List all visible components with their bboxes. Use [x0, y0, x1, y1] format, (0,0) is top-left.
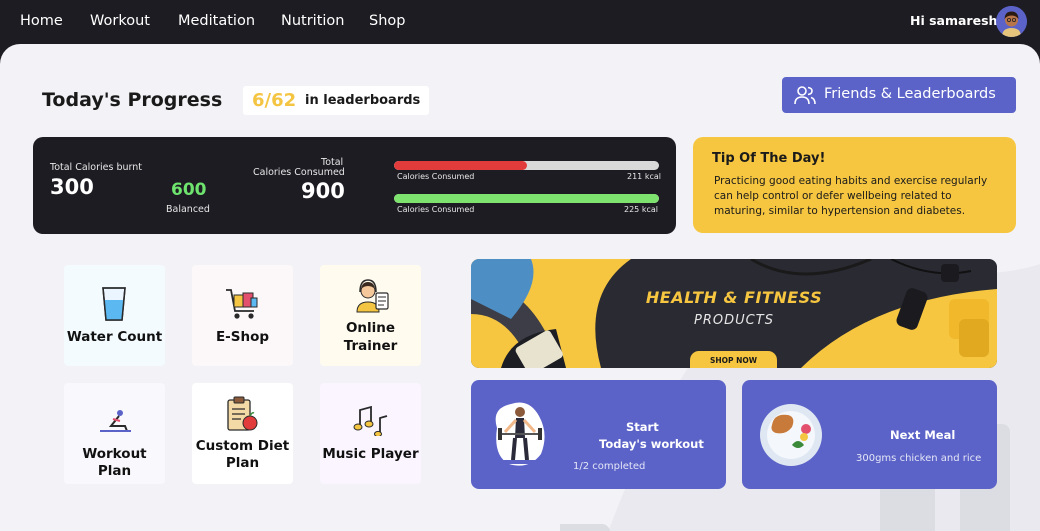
- leaderboard-rank: 6/62: [252, 90, 297, 111]
- tip-title: Tip Of The Day!: [712, 151, 826, 166]
- tile-online-trainer-label-1: Online: [345, 320, 396, 336]
- calories-card: Total Calories burnt 300 600 Balanced To…: [33, 137, 676, 234]
- consumed-progress-fill-1: [394, 161, 527, 170]
- nav-home[interactable]: Home: [20, 13, 63, 29]
- tile-online-trainer[interactable]: Online Trainer: [320, 265, 421, 366]
- tile-water-count[interactable]: Water Count: [64, 265, 165, 366]
- tile-workout-plan[interactable]: Workout Plan: [64, 383, 165, 484]
- friends-leaderboards-button[interactable]: Friends & Leaderboards: [782, 77, 1016, 113]
- diet-clipboard-icon: [227, 396, 258, 431]
- user-avatar[interactable]: [996, 6, 1027, 37]
- tile-custom-diet-label-2: Plan: [225, 455, 260, 471]
- consumed-progress-bar-1: [394, 161, 659, 170]
- shop-now-button[interactable]: SHOP NOW: [690, 351, 777, 368]
- banner-headline: HEALTH & FITNESS: [645, 288, 823, 307]
- workout-card-line-1: Start: [626, 420, 659, 434]
- next-meal-title: Next Meal: [890, 428, 956, 442]
- trainer-headset-icon: [356, 279, 389, 313]
- tile-online-trainer-label-2: Trainer: [343, 338, 398, 354]
- music-notes-icon: [353, 405, 388, 436]
- calories-burnt-label: Total Calories burnt: [50, 162, 143, 173]
- meal-plate-illustration: [760, 404, 822, 466]
- water-glass-icon: [102, 287, 126, 321]
- next-meal-description: 300gms chicken and rice: [856, 453, 982, 464]
- workout-card-status: 1/2 completed: [573, 461, 646, 472]
- users-icon: [794, 86, 816, 105]
- tile-custom-diet-label-1: Custom Diet: [195, 438, 290, 454]
- banner-subheadline: PRODUCTS: [694, 313, 774, 328]
- tile-custom-diet-plan[interactable]: Custom Diet Plan: [192, 383, 293, 484]
- calories-balanced-value: 600: [171, 180, 207, 200]
- nav-meditation[interactable]: Meditation: [178, 13, 255, 29]
- weightlifter-illustration: [495, 402, 545, 466]
- consumed-bar-1-label: Calories Consumed: [397, 172, 475, 181]
- friends-leaderboards-label: Friends & Leaderboards: [824, 86, 996, 102]
- calories-consumed-label: Calories Consumed: [253, 167, 345, 178]
- calories-balanced-label: Balanced: [166, 204, 210, 215]
- nav-shop[interactable]: Shop: [369, 13, 405, 29]
- tile-e-shop[interactable]: E-Shop: [192, 265, 293, 366]
- tile-workout-plan-label: Workout Plan: [82, 446, 147, 479]
- tile-water-count-label: Water Count: [66, 329, 163, 345]
- tile-e-shop-label: E-Shop: [215, 329, 270, 345]
- consumed-progress-bar-2: [394, 194, 659, 203]
- nav-workout[interactable]: Workout: [90, 13, 150, 29]
- user-greeting: Hi samaresh!: [910, 13, 1004, 28]
- tip-of-the-day-card: Tip Of The Day! Practicing good eating h…: [693, 137, 1016, 233]
- page-title: Today's Progress: [42, 89, 223, 111]
- health-fitness-banner[interactable]: HEALTH & FITNESS PRODUCTS SHOP NOW: [471, 259, 997, 368]
- tip-body: Practicing good eating habits and exerci…: [714, 175, 988, 217]
- shopping-cart-icon: [226, 289, 258, 319]
- nav-nutrition[interactable]: Nutrition: [281, 13, 345, 29]
- workout-situps-icon: [100, 410, 131, 432]
- start-workout-card[interactable]: Start Today's workout 1/2 completed: [471, 380, 726, 489]
- avatar-person-icon: [996, 6, 1027, 37]
- consumed-progress-fill-2: [394, 194, 659, 203]
- calories-consumed-value: 900: [301, 179, 345, 203]
- dashboard-panel: Today's Progress 6/62 in leaderboards Fr…: [0, 44, 1040, 531]
- leaderboard-rank-pill: 6/62 in leaderboards: [243, 86, 429, 115]
- top-nav: Home Workout Meditation Nutrition Shop H…: [0, 0, 1040, 44]
- leaderboard-rank-suffix: in leaderboards: [305, 93, 421, 108]
- tile-music-player-label: Music Player: [322, 446, 419, 462]
- next-meal-card[interactable]: Next Meal 300gms chicken and rice: [742, 380, 997, 489]
- consumed-bar-2-value: 225 kcal: [624, 205, 658, 214]
- consumed-bar-2-label: Calories Consumed: [397, 205, 475, 214]
- tile-music-player[interactable]: Music Player: [320, 383, 421, 484]
- consumed-bar-1-value: 211 kcal: [627, 172, 661, 181]
- workout-card-line-2: Today's workout: [599, 437, 704, 451]
- calories-burnt-value: 300: [50, 175, 94, 199]
